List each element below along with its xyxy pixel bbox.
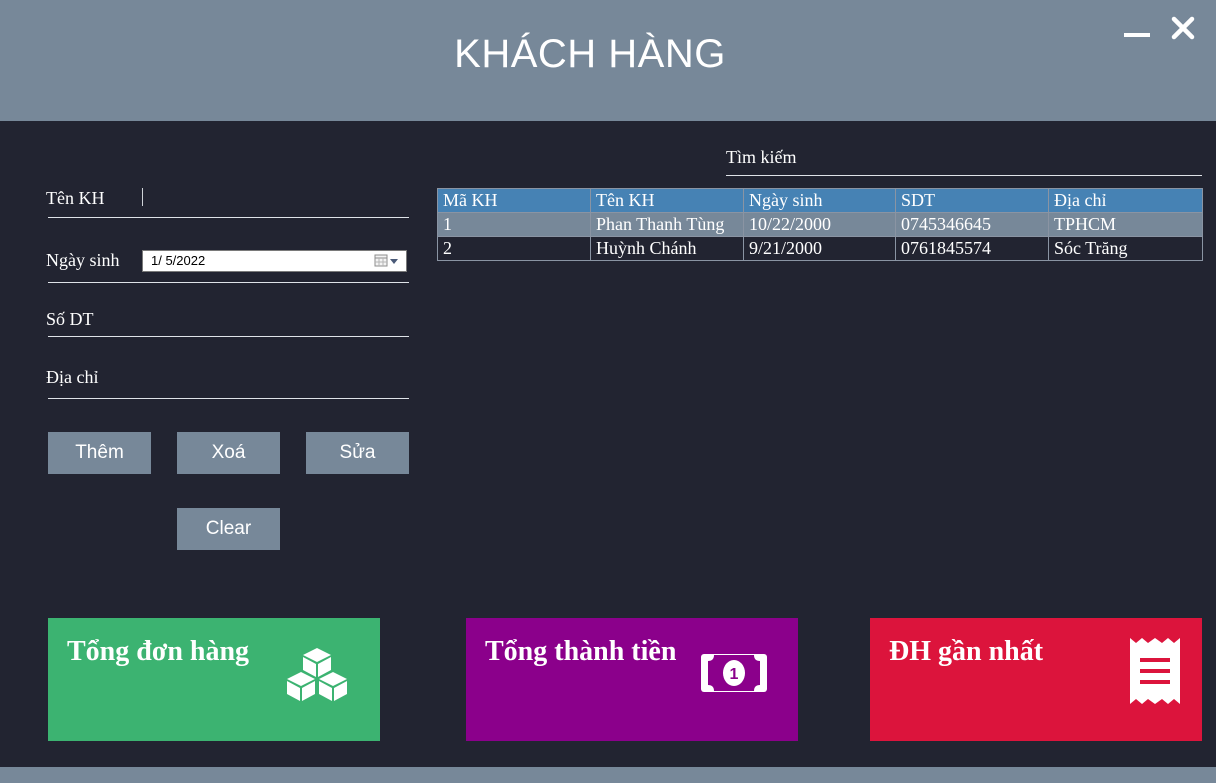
search-label: Tìm kiếm xyxy=(726,147,797,167)
address-input[interactable] xyxy=(48,398,409,399)
close-icon[interactable] xyxy=(1169,14,1197,42)
column-header[interactable]: Ngày sinh xyxy=(743,188,896,213)
receipt-icon xyxy=(1128,636,1182,711)
table-cell[interactable]: 0761845574 xyxy=(895,236,1049,261)
dob-underline xyxy=(48,282,409,283)
total-orders-tile[interactable]: Tổng đơn hàng xyxy=(48,618,380,741)
table-cell[interactable]: Phan Thanh Tùng xyxy=(590,212,744,237)
column-header[interactable]: Địa chỉ xyxy=(1048,188,1203,213)
table-row[interactable]: 1 Phan Thanh Tùng 10/22/2000 0745346645 … xyxy=(437,212,1203,237)
money-bill-icon: 1 xyxy=(700,653,768,698)
name-label: Tên KH xyxy=(46,188,105,208)
table-cell[interactable]: Huỳnh Chánh xyxy=(590,236,744,261)
name-input[interactable] xyxy=(142,188,143,206)
table-row[interactable]: 2 Huỳnh Chánh 9/21/2000 0761845574 Sóc T… xyxy=(437,236,1203,261)
dob-label: Ngày sinh xyxy=(46,250,120,270)
status-bar xyxy=(0,767,1216,783)
table-cell[interactable]: 9/21/2000 xyxy=(743,236,896,261)
svg-text:1: 1 xyxy=(730,666,739,683)
dob-value: 1/ 5/2022 xyxy=(151,253,206,268)
table-cell[interactable]: TPHCM xyxy=(1048,212,1203,237)
table-header-row: Mã KH Tên KH Ngày sinh SDT Địa chỉ xyxy=(437,188,1203,213)
calendar-dropdown-icon[interactable] xyxy=(374,253,404,269)
address-label: Địa chỉ xyxy=(46,367,99,387)
edit-button[interactable]: Sửa xyxy=(306,432,409,474)
page-title: KHÁCH HÀNG xyxy=(454,32,726,76)
phone-input[interactable] xyxy=(48,336,409,337)
phone-label: Số DT xyxy=(46,309,94,329)
minimize-icon[interactable] xyxy=(1124,20,1152,40)
name-underline xyxy=(48,217,409,218)
column-header[interactable]: SDT xyxy=(895,188,1049,213)
column-header[interactable]: Mã KH xyxy=(437,188,591,213)
dob-date-picker[interactable]: 1/ 5/2022 xyxy=(142,250,407,272)
table-cell[interactable]: 1 xyxy=(437,212,591,237)
table-cell[interactable]: 0745346645 xyxy=(895,212,1049,237)
clear-button[interactable]: Clear xyxy=(177,508,280,550)
title-bar: KHÁCH HÀNG xyxy=(0,0,1216,121)
latest-order-label: ĐH gần nhất xyxy=(889,636,1044,667)
table-cell[interactable]: 2 xyxy=(437,236,591,261)
total-amount-tile[interactable]: Tổng thành tiền 1 xyxy=(466,618,798,741)
column-header[interactable]: Tên KH xyxy=(590,188,744,213)
delete-button[interactable]: Xoá xyxy=(177,432,280,474)
customer-table[interactable]: Mã KH Tên KH Ngày sinh SDT Địa chỉ 1 Pha… xyxy=(437,188,1203,261)
total-amount-label: Tổng thành tiền xyxy=(485,636,677,667)
boxes-icon xyxy=(284,646,350,707)
search-input[interactable] xyxy=(726,175,1202,176)
total-orders-label: Tổng đơn hàng xyxy=(67,636,250,667)
table-cell[interactable]: 10/22/2000 xyxy=(743,212,896,237)
add-button[interactable]: Thêm xyxy=(48,432,151,474)
latest-order-tile[interactable]: ĐH gần nhất xyxy=(870,618,1202,741)
table-cell[interactable]: Sóc Trăng xyxy=(1048,236,1203,261)
